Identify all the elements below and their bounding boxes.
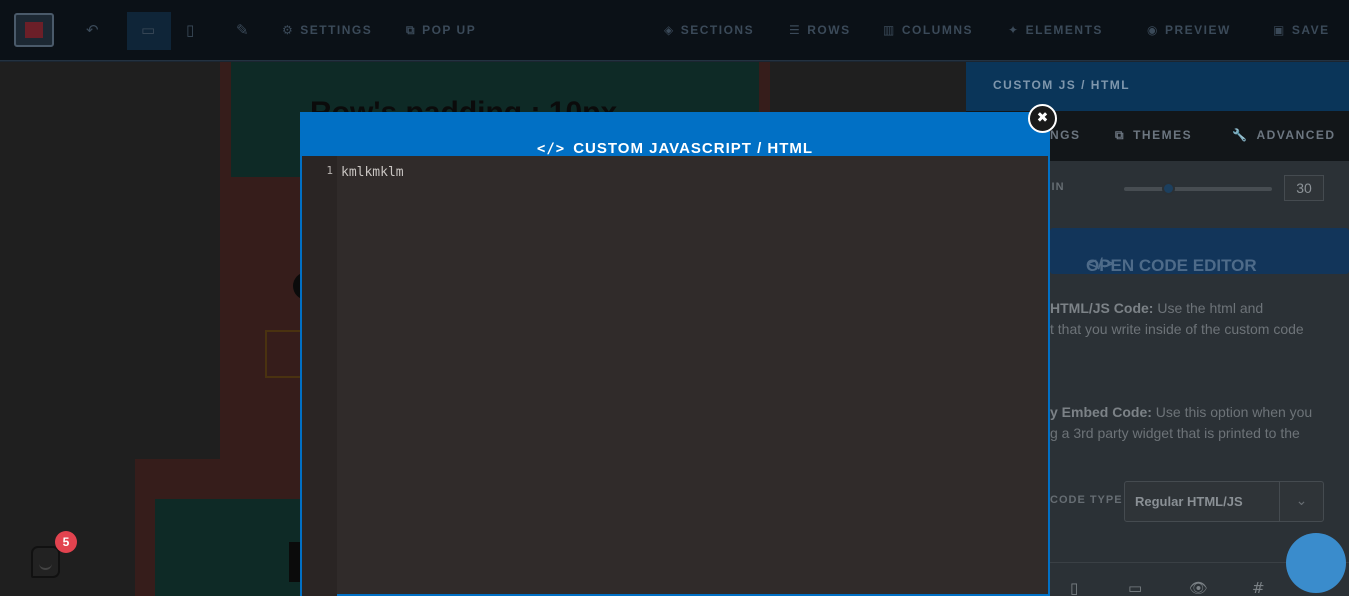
canvas-lower-row[interactable]	[155, 499, 305, 596]
popup-button[interactable]: ⧉ POP UP	[406, 21, 476, 39]
tab-advanced[interactable]: 🔧 ADVANCED	[1232, 128, 1336, 142]
popup-label: POP UP	[422, 23, 477, 37]
desktop-icon[interactable]: ▭	[1128, 579, 1142, 596]
chat-launcher-icon[interactable]	[31, 546, 60, 578]
desktop-icon: ▭	[141, 21, 156, 39]
rows-label: ROWS	[807, 23, 851, 37]
columns-label: COLUMNS	[901, 23, 974, 37]
app-logo[interactable]	[14, 13, 54, 47]
code-icon: </>	[536, 141, 566, 157]
help-fab-button[interactable]	[1286, 533, 1346, 593]
modal-title: CUSTOM JAVASCRIPT / HTML	[573, 140, 814, 157]
margin-slider-thumb[interactable]	[1162, 182, 1175, 195]
open-code-editor-label: OPEN CODE EDITOR	[1086, 256, 1257, 275]
gear-icon: ⚙	[282, 23, 295, 37]
floppy-icon: ▣	[1273, 23, 1286, 37]
paint-brush-icon[interactable]: ✎	[236, 20, 249, 40]
notification-badge: 5	[55, 531, 77, 553]
undo-icon[interactable]: ↶	[86, 20, 99, 40]
modal-header: </> CUSTOM JAVASCRIPT / HTML	[302, 112, 1048, 157]
embed-description: y Embed Code: Use this option when you g…	[1050, 404, 1313, 441]
mobile-icon[interactable]: ▯	[186, 20, 194, 40]
rows-button[interactable]: ☰ ROWS	[789, 21, 851, 39]
code-editor-line[interactable]: kmlkmklm	[341, 165, 404, 180]
columns-icon: ▥	[883, 23, 896, 37]
open-code-editor-button[interactable]: </> OPEN CODE EDITOR	[1050, 228, 1349, 275]
sections-button[interactable]: ◈ SECTIONS	[664, 21, 754, 39]
html-js-description: HTML/JS Code: Use the html and t that yo…	[1050, 300, 1304, 337]
code-type-select[interactable]: Regular HTML/JS ⌄	[1124, 481, 1324, 522]
rows-icon: ☰	[789, 23, 802, 37]
margin-value-input[interactable]: 30	[1284, 175, 1324, 201]
canvas-button-outline[interactable]	[265, 330, 305, 378]
panel-header: CUSTOM JS / HTML	[966, 62, 1349, 111]
save-label: SAVE	[1291, 23, 1330, 37]
close-icon[interactable]: ✖	[1028, 104, 1057, 133]
cube-icon: ◈	[664, 23, 675, 37]
code-type-label: CODE TYPE	[1050, 494, 1123, 506]
settings-button[interactable]: ⚙ SETTINGS	[282, 21, 372, 39]
top-toolbar: ↶ ▭ ▯ ✎ ⚙ SETTINGS ⧉ POP UP ◈ SECTIONS ☰ ROW…	[0, 0, 1349, 61]
puzzle-icon: ✦	[1008, 23, 1020, 37]
cubes-icon: ⧉	[1115, 128, 1126, 142]
chevron-down-icon: ⌄	[1279, 482, 1323, 521]
hash-icon[interactable]: #	[1252, 579, 1265, 596]
preview-label: PREVIEW	[1164, 23, 1231, 37]
panel-title: CUSTOM JS / HTML	[993, 78, 1131, 92]
desktop-view-button[interactable]: ▭	[127, 12, 171, 50]
custom-code-modal: </> CUSTOM JAVASCRIPT / HTML 1 kmlkmklm	[300, 112, 1050, 596]
settings-label: SETTINGS	[300, 23, 373, 37]
tab-settings[interactable]: NGS	[1050, 128, 1081, 142]
columns-button[interactable]: ▥ COLUMNS	[883, 21, 973, 39]
external-link-icon: ⧉	[406, 23, 417, 37]
preview-button[interactable]: ◉ PREVIEW	[1147, 21, 1231, 39]
tab-themes[interactable]: ⧉ THEMES	[1115, 128, 1192, 143]
elements-label: ELEMENTS	[1025, 23, 1103, 37]
save-button[interactable]: ▣ SAVE	[1273, 21, 1330, 39]
elements-button[interactable]: ✦ ELEMENTS	[1008, 21, 1103, 39]
line-number: 1	[326, 164, 333, 177]
code-type-value: Regular HTML/JS	[1135, 494, 1243, 509]
eye-icon[interactable]: 👁	[1189, 579, 1208, 596]
mobile-icon[interactable]: ▯	[1070, 579, 1078, 596]
sections-label: SECTIONS	[680, 23, 755, 37]
editor-gutter	[302, 156, 337, 596]
wrench-icon: 🔧	[1232, 128, 1249, 142]
eye-icon: ◉	[1147, 23, 1159, 37]
margin-slider[interactable]	[1124, 187, 1272, 191]
